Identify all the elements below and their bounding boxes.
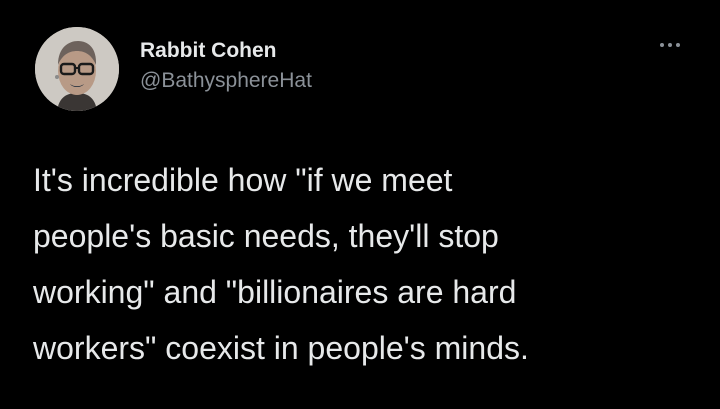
avatar-photo	[35, 27, 119, 111]
tweet-text-line: people's basic needs, they'll stop	[33, 218, 499, 254]
more-options-button[interactable]	[650, 33, 690, 57]
tweet-text-line: It's incredible how "if we meet	[33, 162, 453, 198]
avatar[interactable]	[35, 27, 119, 111]
ellipsis-icon	[660, 43, 680, 47]
author-handle[interactable]: @BathysphereHat	[140, 68, 312, 94]
tweet-text: It's incredible how "if we meet people's…	[33, 152, 693, 376]
author-display-name[interactable]: Rabbit Cohen	[140, 38, 312, 64]
tweet-text-line: working" and "billionaires are hard	[33, 274, 517, 310]
tweet-card: Rabbit Cohen @BathysphereHat It's incred…	[0, 0, 720, 409]
tweet-text-line: workers" coexist in people's minds.	[33, 330, 529, 366]
tweet-author: Rabbit Cohen @BathysphereHat	[140, 38, 312, 94]
